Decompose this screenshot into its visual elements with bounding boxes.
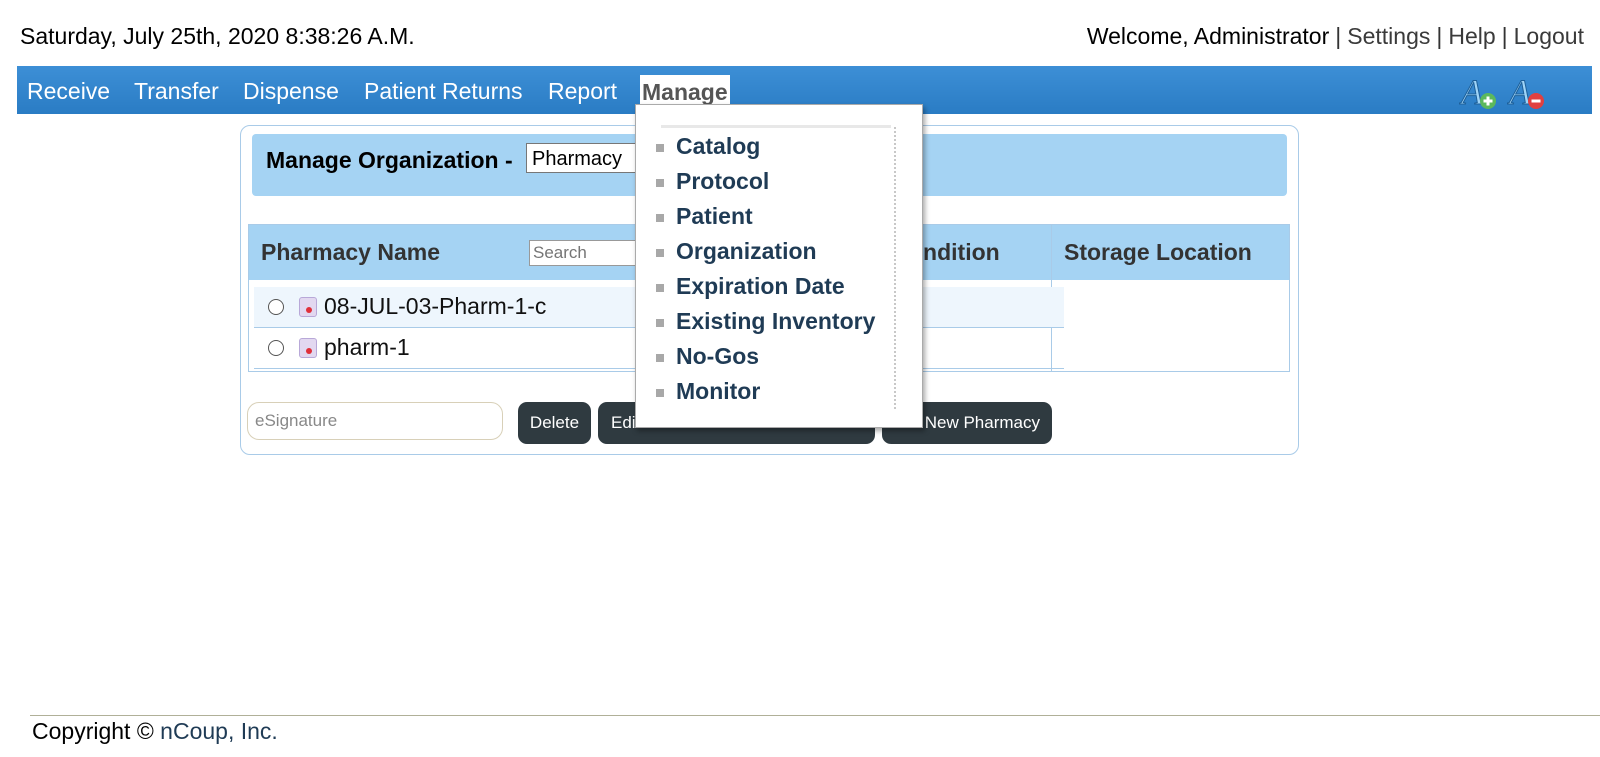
menu-item-expiration-date[interactable]: Expiration Date xyxy=(676,273,845,300)
copyright-text: Copyright © xyxy=(32,718,154,744)
font-decrease-icon[interactable]: A xyxy=(1507,72,1547,112)
menu-item-catalog[interactable]: Catalog xyxy=(676,133,760,160)
separator: | xyxy=(1335,23,1342,49)
bullet-icon xyxy=(656,319,664,327)
menu-item-monitor[interactable]: Monitor xyxy=(676,378,760,405)
bullet-icon xyxy=(656,144,664,152)
pharmacy-name: pharm-1 xyxy=(324,334,410,360)
pharmacy-name: 08-JUL-03-Pharm-1-c xyxy=(324,293,547,319)
svg-text:A: A xyxy=(1459,72,1484,112)
menu-item-patient[interactable]: Patient xyxy=(676,203,753,230)
nav-patient-returns[interactable]: Patient Returns xyxy=(364,66,523,114)
nav-dispense[interactable]: Dispense xyxy=(243,66,339,114)
nav-transfer[interactable]: Transfer xyxy=(134,66,219,114)
menu-item-organization[interactable]: Organization xyxy=(676,238,817,265)
user-links: Welcome, Administrator | Settings | Help | Log… xyxy=(1087,23,1584,50)
help-link[interactable]: Help xyxy=(1448,23,1495,49)
bullet-icon xyxy=(656,249,664,257)
footer: Copyright © nCoup, Inc. xyxy=(32,718,278,745)
footer-divider xyxy=(30,715,1600,716)
current-datetime: Saturday, July 25th, 2020 8:38:26 A.M. xyxy=(20,23,415,49)
bullet-icon xyxy=(656,284,664,292)
column-pharmacy-name: Pharmacy Name xyxy=(261,239,440,265)
pharmacy-icon xyxy=(299,297,317,317)
page-title: Manage Organization - xyxy=(266,147,513,173)
bullet-icon xyxy=(656,214,664,222)
font-increase-icon[interactable]: A xyxy=(1459,72,1499,112)
bullet-icon xyxy=(656,354,664,362)
welcome-text: Welcome, Administrator xyxy=(1086,23,1330,49)
settings-link[interactable]: Settings xyxy=(1347,23,1430,49)
bullet-icon xyxy=(656,179,664,187)
row-radio[interactable] xyxy=(268,340,284,356)
search-input[interactable] xyxy=(529,240,639,266)
column-storage-location: Storage Location xyxy=(1064,239,1252,265)
nav-report[interactable]: Report xyxy=(548,66,617,114)
menu-divider xyxy=(661,125,891,128)
bullet-icon xyxy=(656,389,664,397)
separator: | xyxy=(1436,23,1443,49)
menu-item-existing-inventory[interactable]: Existing Inventory xyxy=(676,308,875,335)
manage-dropdown-menu: Catalog Protocol Patient Organization Ex… xyxy=(635,104,923,428)
separator: | xyxy=(1501,23,1508,49)
menu-item-no-gos[interactable]: No-Gos xyxy=(676,343,759,370)
nav-receive[interactable]: Receive xyxy=(27,66,110,114)
menu-item-protocol[interactable]: Protocol xyxy=(676,168,769,195)
company-link[interactable]: nCoup, Inc. xyxy=(160,718,278,744)
row-radio[interactable] xyxy=(268,299,284,315)
pharmacy-icon xyxy=(299,338,317,358)
top-bar: Saturday, July 25th, 2020 8:38:26 A.M. W… xyxy=(0,0,1600,66)
delete-button[interactable]: Delete xyxy=(518,402,591,444)
logout-link[interactable]: Logout xyxy=(1514,23,1584,49)
menu-scroll-edge xyxy=(894,127,896,409)
svg-text:A: A xyxy=(1507,72,1532,112)
org-type-selected: Pharmacy xyxy=(532,148,623,170)
org-type-select[interactable]: Pharmacy xyxy=(526,143,646,173)
esignature-input[interactable]: eSignature xyxy=(247,402,503,440)
